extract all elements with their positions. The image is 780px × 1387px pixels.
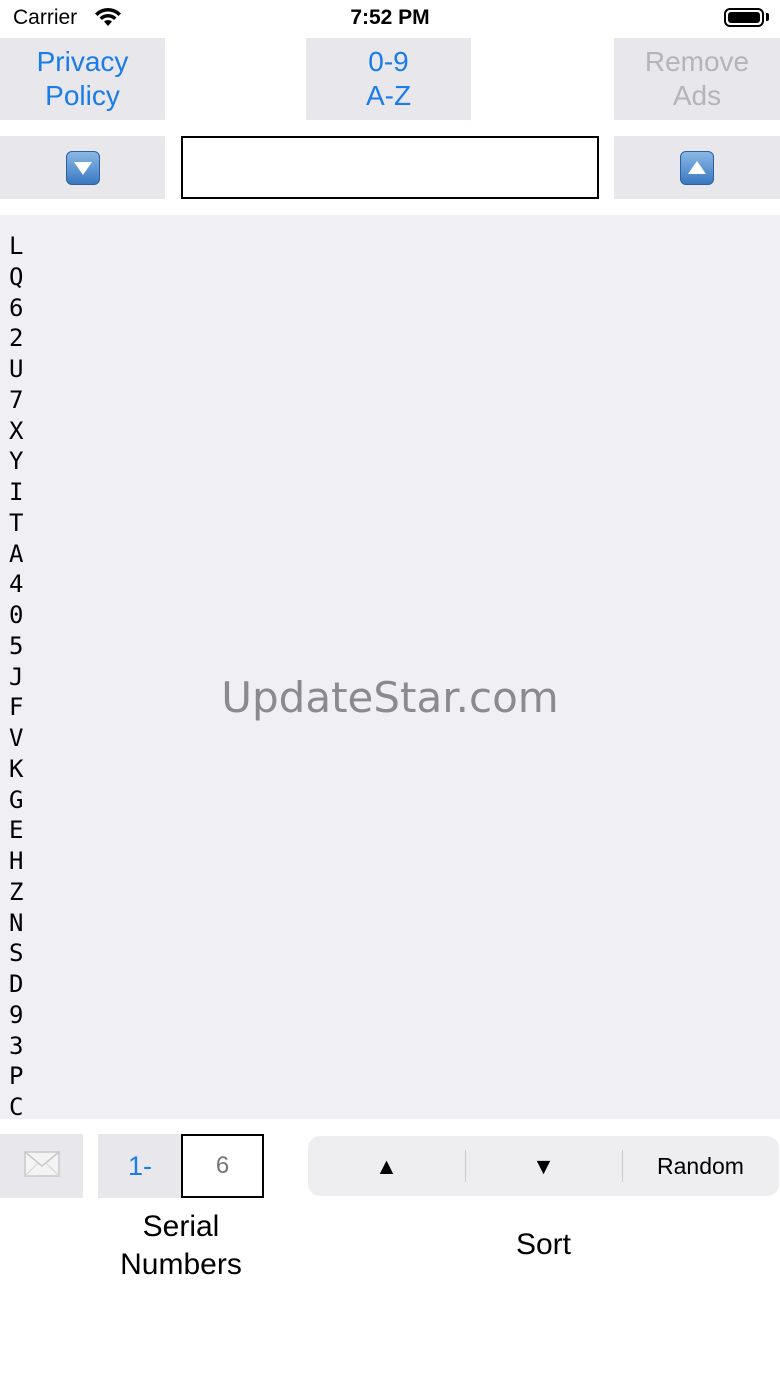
list-item: T (9, 508, 24, 537)
remove-ads-button[interactable]: Remove Ads (614, 38, 780, 120)
list-item: C (9, 1093, 24, 1121)
char-set-button[interactable]: 0-9 A-Z (306, 38, 471, 120)
list-item: I (9, 478, 24, 506)
scroll-up-button[interactable] (614, 136, 780, 199)
list-item: Z (9, 877, 24, 906)
battery-tip (766, 13, 769, 21)
list-item: 3 (9, 1031, 24, 1060)
email-button[interactable] (0, 1134, 83, 1198)
list-item: H (9, 847, 24, 875)
list-item: Q (9, 262, 24, 291)
list-item: 6 (9, 293, 24, 322)
list-item: 2 (9, 324, 24, 353)
serial-count-field[interactable] (181, 1134, 264, 1198)
battery-icon (724, 8, 764, 27)
serial-numbers-label: Serial Numbers (120, 1210, 242, 1281)
clock: 7:52 PM (350, 6, 430, 29)
list-item: E (9, 816, 24, 845)
list-item: 5 (9, 631, 24, 660)
sort-segmented-control[interactable]: ▲ ▼ Random (308, 1136, 779, 1196)
watermark: UpdateStar.com (221, 673, 559, 722)
list-item: P (9, 1062, 24, 1091)
status-bar: Carrier 7:52 PM (0, 0, 780, 38)
list-item: N (9, 908, 24, 937)
list-item: 4 (9, 570, 24, 599)
privacy-policy-button[interactable]: Privacy Policy (0, 38, 165, 120)
envelope-icon (23, 1150, 60, 1182)
up-arrow-icon (680, 150, 714, 185)
list-item: D (9, 970, 24, 998)
scroll-down-button[interactable] (0, 136, 165, 199)
list-item: K (9, 754, 24, 783)
sort-label: Sort (515, 1228, 572, 1261)
sort-ascending-segment[interactable]: ▲ (308, 1136, 465, 1196)
list-item: G (9, 785, 24, 814)
list-item: 9 (9, 1000, 24, 1029)
list-item: U (9, 355, 24, 383)
sort-descending-segment[interactable]: ▼ (465, 1136, 622, 1196)
results-list[interactable]: LQ62U7XYITA405JFVKGEHZNSD93PC UpdateStar… (0, 215, 780, 1121)
list-item: 0 (9, 601, 24, 629)
list-item: V (9, 724, 24, 752)
serial-numbers-button[interactable]: 1- (98, 1134, 182, 1198)
list-item: Y (9, 447, 24, 476)
sort-random-segment[interactable]: Random (622, 1136, 779, 1196)
list-item: 7 (9, 385, 24, 414)
down-arrow-icon (65, 150, 100, 185)
search-input[interactable] (181, 136, 599, 199)
list-item: A (9, 539, 24, 568)
list-item: S (9, 939, 24, 968)
list-item: L (9, 232, 24, 260)
list-item: X (9, 416, 24, 445)
